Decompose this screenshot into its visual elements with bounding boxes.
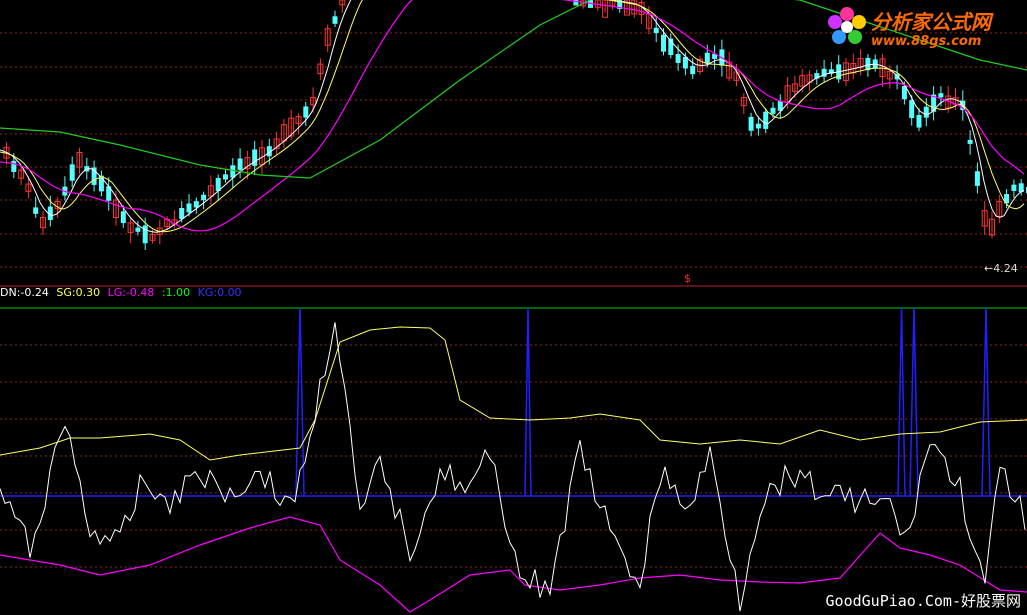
- candle-down: [142, 225, 148, 244]
- indicator-panel: [0, 307, 1027, 613]
- kg-spike: [295, 307, 305, 497]
- legend-level: :1.00: [161, 286, 191, 299]
- low-price-label: ←4.24: [984, 262, 1018, 275]
- legend-kg: KG:0.00: [197, 286, 242, 299]
- footer-watermark: GoodGuPiao.Com-好股票网: [825, 592, 1021, 610]
- candle-down: [237, 158, 243, 170]
- candle-down: [179, 207, 185, 219]
- candle-down: [1011, 184, 1017, 191]
- candle-down: [909, 100, 915, 119]
- candle-down: [120, 211, 126, 224]
- candle-down: [11, 160, 17, 172]
- candle-down: [223, 174, 228, 180]
- legend-lg: LG:-0.48: [107, 286, 155, 299]
- candle-down: [704, 52, 710, 64]
- chart-canvas: [0, 0, 1027, 613]
- sg-line: [0, 326, 1027, 461]
- candle-down: [252, 149, 258, 166]
- candle-down: [653, 27, 659, 34]
- legend-sg: SG:0.30: [56, 286, 101, 299]
- candle-down: [201, 194, 207, 201]
- candle-down: [690, 65, 696, 75]
- kg-spike: [981, 307, 991, 497]
- kg-spike: [524, 307, 532, 497]
- candle-down: [916, 114, 922, 128]
- candle-down: [894, 74, 900, 80]
- indicator-legend: DN:-0.24 SG:0.30 LG:-0.48 :1.00 KG:0.00: [0, 286, 246, 302]
- candle-down: [135, 227, 141, 232]
- candle-down: [770, 107, 776, 114]
- candle-down: [186, 203, 192, 213]
- kg-spike: [909, 307, 919, 497]
- candle-down: [332, 16, 338, 24]
- candle-down: [748, 116, 754, 131]
- dn-line: [0, 322, 1026, 612]
- candle-down: [755, 123, 761, 129]
- candle-down: [938, 93, 944, 98]
- candle-down: [661, 34, 666, 52]
- flower-icon: [828, 7, 866, 44]
- candle-down: [303, 106, 309, 118]
- candle-down: [967, 139, 973, 144]
- event-marker: $: [684, 272, 691, 285]
- legend-dn: DN:-0.24: [0, 286, 49, 299]
- logo-url: www.88gs.com: [871, 34, 982, 49]
- candle-down: [675, 54, 681, 63]
- candle-down: [865, 57, 871, 71]
- candle-down: [974, 171, 980, 186]
- candle-down: [33, 207, 39, 214]
- candle-down: [69, 164, 75, 181]
- logo-title: 分析家公式网: [871, 10, 991, 34]
- candle-down: [230, 165, 236, 178]
- candle-down: [763, 111, 769, 129]
- site-logo: 分析家公式网 www.88gs.com: [819, 4, 1019, 54]
- kg-spike: [897, 307, 906, 497]
- candle-down: [923, 106, 929, 118]
- candle-down: [193, 201, 199, 208]
